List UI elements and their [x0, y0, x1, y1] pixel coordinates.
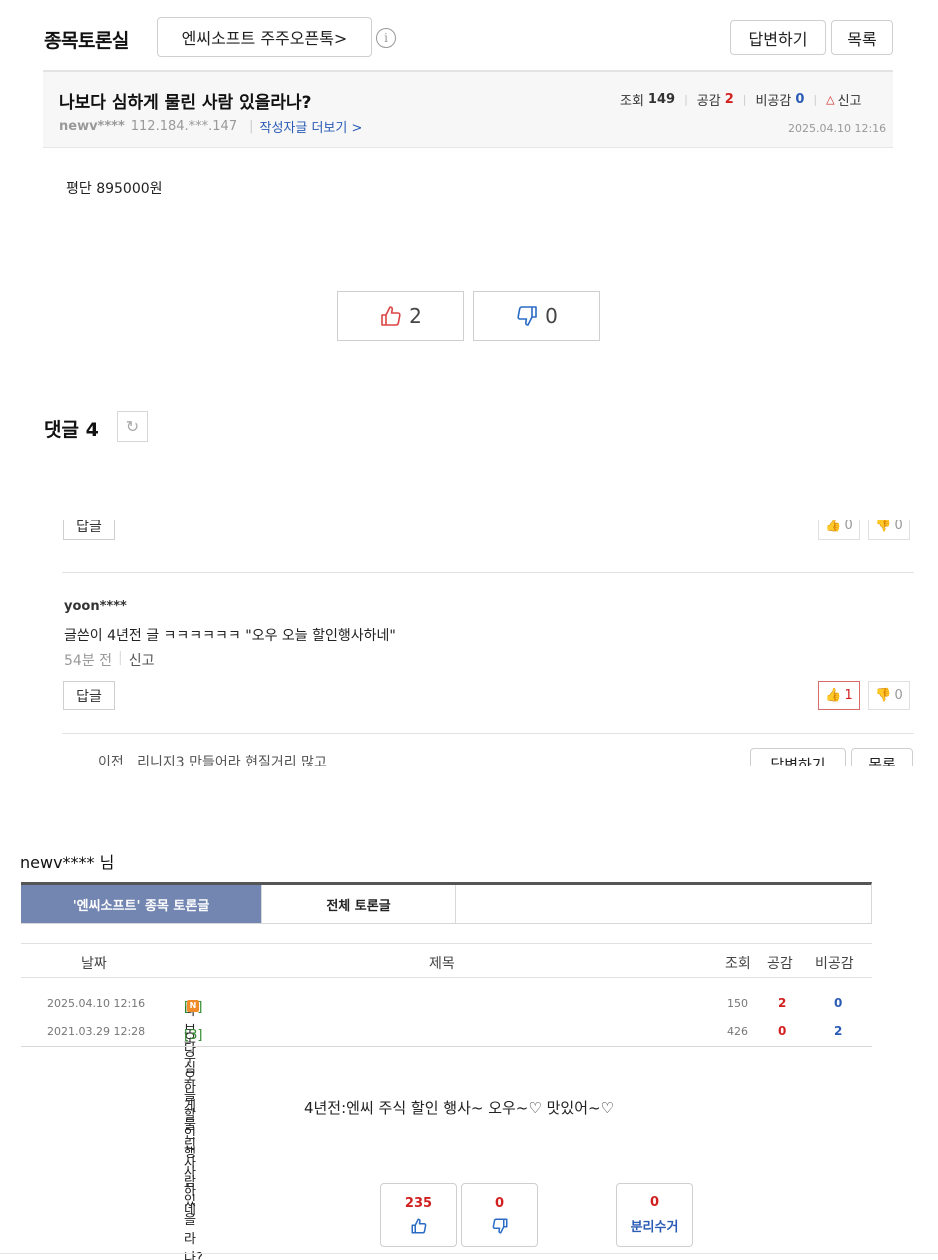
- tab-stock-posts[interactable]: '엔씨소프트' 종목 토론글: [21, 885, 262, 923]
- info-icon[interactable]: i: [376, 28, 396, 48]
- reply-post-button[interactable]: 답변하기: [750, 748, 846, 766]
- post-author: newv****: [59, 119, 125, 134]
- comment-reply-button[interactable]: 답글: [63, 681, 115, 710]
- col-date: 날짜: [81, 956, 107, 972]
- post-body: 평단 895000원: [66, 181, 163, 197]
- board-title: 종목토론실: [44, 30, 129, 52]
- dislike-button[interactable]: 0: [473, 291, 600, 341]
- post-ip: 112.184.***.147: [130, 119, 238, 134]
- author-more-link[interactable]: 작성자글 더보기 >: [259, 117, 362, 136]
- thumbs-up-icon: [411, 1218, 426, 1233]
- comment-text: 글쓴이 4년전 글 ㅋㅋㅋㅋㅋㅋ "오우 오늘 할인행사하네": [64, 628, 396, 644]
- table-header: 날짜 제목 조회 공감 비공감: [21, 943, 872, 978]
- dislike-count: 0: [545, 304, 558, 328]
- comment-dislike-button[interactable]: 👎 0: [868, 520, 910, 540]
- comment-meta: 54분 전 | 신고: [64, 650, 155, 670]
- thumbs-down-icon: 👎: [875, 520, 892, 533]
- table-row[interactable]: 2025.04.10 12:16 나보다 심하게 물린 사람 있을라나? [4]…: [21, 990, 872, 1260]
- dislikes-count: 0: [795, 92, 805, 107]
- thumbs-up-icon: 👍: [825, 688, 842, 703]
- comment-like-button[interactable]: 👍 1: [818, 681, 860, 710]
- post-title: 나보다 심하게 물린 사람 있을라나?: [59, 93, 312, 113]
- meta-divider: |: [249, 119, 254, 134]
- col-dislikes: 비공감: [815, 956, 854, 972]
- footer-recycle-button[interactable]: 0 분리수거: [616, 1183, 693, 1247]
- likes-count: 2: [724, 92, 734, 107]
- siren-icon: △: [826, 93, 835, 106]
- comment-time: 54분 전: [64, 653, 113, 669]
- footer-text: 4년전:엔씨 주식 할인 행사~ 오우~♡ 맛있어~♡: [303, 1099, 615, 1117]
- list-button[interactable]: 목록: [831, 20, 893, 55]
- like-count: 2: [409, 304, 422, 328]
- user-name: newv**** 님: [20, 853, 115, 872]
- like-button[interactable]: 2: [337, 291, 464, 341]
- thumbs-up-icon: 👍: [825, 520, 842, 533]
- footer-like-count: 235: [404, 1195, 433, 1211]
- report-link[interactable]: 신고: [838, 90, 862, 109]
- comments-title: 댓글 4: [44, 419, 99, 441]
- post-date: 2025.04.10 12:16: [788, 122, 887, 135]
- dislikes-label: 비공감: [755, 94, 792, 109]
- thumbs-down-icon: [517, 306, 537, 326]
- footer-recycle-label: 분리수거: [630, 1220, 679, 1235]
- footer-like-button[interactable]: 235: [380, 1183, 457, 1247]
- new-badge: N: [187, 1000, 199, 1012]
- col-title: 제목: [429, 956, 455, 972]
- post-meta: newv**** 112.184.***.147 | 작성자글 더보기 >: [59, 117, 362, 136]
- stock-open-talk-button[interactable]: 엔씨소프트 주주오픈톡>: [157, 17, 372, 57]
- footer-dislike-button[interactable]: 0: [461, 1183, 538, 1247]
- table-row[interactable]: 2021.03.29 12:28 오우 오늘 할인행사하네 [3] 426 0 …: [21, 1018, 872, 1218]
- comment-author: yoon****: [64, 599, 127, 614]
- comment-dislike-button[interactable]: 👎 0: [868, 681, 910, 710]
- comment-reply-button[interactable]: 답글: [63, 520, 115, 540]
- list-button[interactable]: 목록: [851, 748, 913, 766]
- comment-frame[interactable]: 답글 👍 0 👎 0 yoon**** 글쓴이 4년전 글 ㅋㅋㅋㅋㅋㅋ "오우 오…: [62, 520, 914, 766]
- comment-report-link[interactable]: 신고: [129, 650, 155, 670]
- col-views: 조회: [725, 956, 751, 972]
- user-post-tabs: '엔씨소프트' 종목 토론글 전체 토론글: [21, 882, 872, 924]
- views-label: 조회: [620, 94, 644, 109]
- tab-all-posts[interactable]: 전체 토론글: [262, 885, 456, 923]
- views-count: 149: [647, 92, 676, 107]
- footer-recycle-count: 0: [649, 1195, 660, 1210]
- post-stats: 조회 149 | 공감 2 | 비공감 0 | △ 신고: [620, 90, 862, 109]
- thumbs-down-icon: 👎: [875, 688, 892, 703]
- col-likes: 공감: [767, 956, 793, 972]
- reply-post-button[interactable]: 답변하기: [730, 20, 826, 55]
- prev-post-link[interactable]: 이전 리니지3 만들어라 현질거리 많고: [98, 752, 327, 766]
- likes-label: 공감: [696, 94, 721, 109]
- footer-dislike-count: 0: [494, 1195, 505, 1211]
- thumbs-up-icon: [381, 306, 401, 326]
- refresh-icon[interactable]: ↻: [117, 411, 148, 442]
- comment-like-button[interactable]: 👍 0: [818, 520, 860, 540]
- thumbs-down-icon: [492, 1218, 507, 1233]
